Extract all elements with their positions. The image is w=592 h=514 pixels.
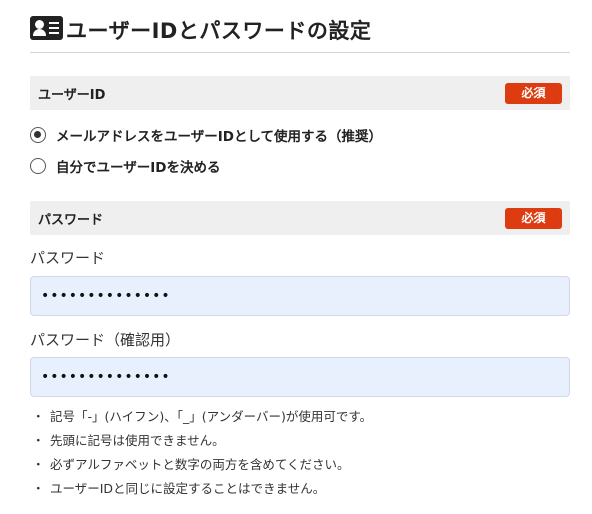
password-confirm-field-label: パスワード（確認用） (30, 331, 181, 349)
bullet-icon: ・ (32, 409, 45, 424)
password-input[interactable] (30, 276, 570, 316)
userid-section-header: ユーザーID 必須 (30, 76, 570, 110)
required-badge: 必須 (505, 83, 562, 104)
id-card-icon (30, 16, 63, 40)
password-rules-list: ・記号「-」(ハイフン)、「_」(アンダーバー)が使用可です。 ・先頭に記号は使… (32, 408, 372, 504)
list-item: ・ユーザーIDと同じに設定することはできません。 (32, 480, 372, 504)
radio-label-use-email: メールアドレスをユーザーIDとして使用する（推奨） (56, 129, 383, 145)
note-text: ユーザーIDと同じに設定することはできません。 (50, 481, 326, 496)
list-item: ・必ずアルファベットと数字の両方を含めてください。 (32, 456, 372, 480)
radio-option-custom-id[interactable]: 自分でユーザーIDを決める (30, 156, 220, 176)
password-confirm-input[interactable] (30, 357, 570, 397)
note-text: 記号「-」(ハイフン)、「_」(アンダーバー)が使用可です。 (50, 409, 373, 424)
password-section-header: パスワード 必須 (30, 201, 570, 235)
userid-section-label: ユーザーID (38, 88, 106, 103)
page-header: ユーザーIDとパスワードの設定 (30, 12, 570, 53)
radio-button-unchecked[interactable] (30, 158, 46, 174)
bullet-icon: ・ (32, 481, 45, 496)
page-title: ユーザーIDとパスワードの設定 (66, 19, 372, 43)
radio-button-checked[interactable] (30, 127, 46, 143)
note-text: 先頭に記号は使用できません。 (50, 433, 225, 448)
list-item: ・記号「-」(ハイフン)、「_」(アンダーバー)が使用可です。 (32, 408, 372, 432)
note-text: 必ずアルファベットと数字の両方を含めてください。 (50, 457, 350, 472)
required-badge: 必須 (505, 208, 562, 229)
password-field-label: パスワード (30, 249, 106, 267)
list-item: ・先頭に記号は使用できません。 (32, 432, 372, 456)
bullet-icon: ・ (32, 433, 45, 448)
radio-option-use-email[interactable]: メールアドレスをユーザーIDとして使用する（推奨） (30, 125, 382, 145)
password-section-label: パスワード (38, 213, 104, 228)
bullet-icon: ・ (32, 457, 45, 472)
radio-label-custom-id: 自分でユーザーIDを決める (56, 160, 221, 176)
